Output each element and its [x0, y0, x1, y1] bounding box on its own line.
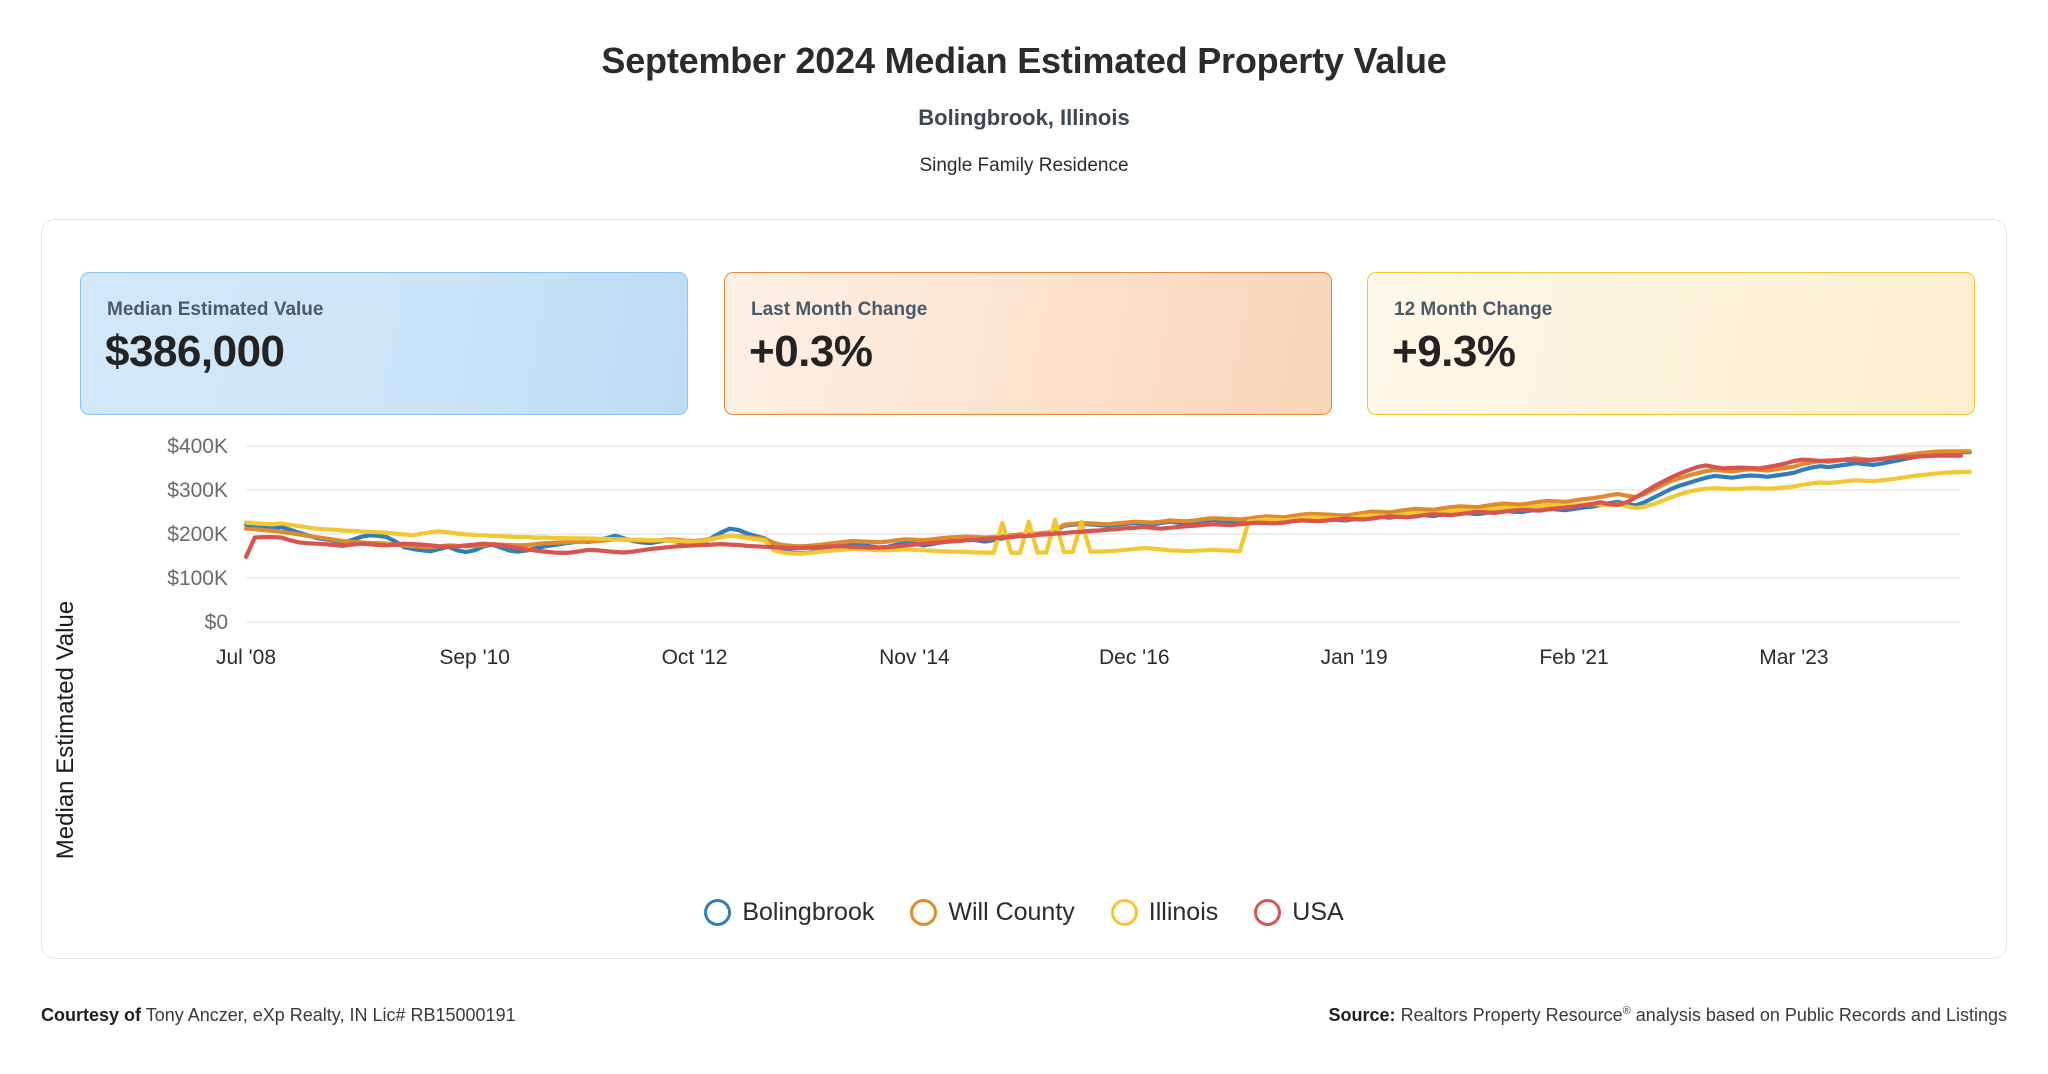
y-axis-title: Median Estimated Value — [52, 601, 79, 859]
legend-item-bolingbrook[interactable]: Bolingbrook — [704, 898, 874, 927]
property-value-report: September 2024 Median Estimated Property… — [0, 0, 2048, 1074]
kpi-value: +9.3% — [1392, 327, 1516, 376]
source-value-pre: Realtors Property Resource — [1400, 1005, 1623, 1025]
x-axis-tick-label: Jan '19 — [1321, 646, 1388, 669]
legend-item-illinois[interactable]: Illinois — [1110, 898, 1219, 927]
x-axis-tick-label: Nov '14 — [879, 646, 950, 669]
registered-trademark-icon: ® — [1622, 1005, 1631, 1017]
chart-legend: Bolingbrook Will County Illinois USA — [0, 898, 2048, 927]
x-axis-tick-label: Feb '21 — [1539, 646, 1608, 669]
kpi-label: 12 Month Change — [1394, 299, 1553, 320]
chart-y-axis-ticks: $0 $100K $200K $300K $400K — [167, 435, 228, 634]
legend-label: Bolingbrook — [742, 898, 875, 926]
chart-x-axis-ticks: Jul '08 Sep '10 Oct '12 Nov '14 Dec '16 Jan '… — [216, 646, 1829, 669]
line-chart: $0 $100K $200K $300K $400K Jul '08 Sep '10 Oct… — [41, 430, 2007, 950]
chart-svg: $0 $100K $200K $300K $400K Jul '08 Sep '10 Oct… — [52, 435, 1972, 859]
footer-courtesy: Courtesy of Tony Anczer, eXp Realty, IN … — [41, 1005, 516, 1026]
courtesy-label: Courtesy of — [41, 1005, 142, 1025]
legend-item-will-county[interactable]: Will County — [910, 898, 1075, 927]
x-axis-tick-label: Jul '08 — [216, 646, 276, 669]
legend-swatch-circle-icon — [704, 899, 732, 926]
y-axis-tick-label: $300K — [167, 479, 228, 502]
legend-label: Illinois — [1148, 898, 1219, 926]
legend-item-usa[interactable]: USA — [1254, 898, 1344, 927]
legend-swatch-circle-icon — [1254, 899, 1282, 926]
kpi-value: +0.3% — [749, 327, 873, 376]
series-line-illinois — [243, 469, 1972, 556]
legend-label: USA — [1292, 898, 1344, 926]
y-axis-tick-label: $0 — [205, 611, 228, 634]
x-axis-tick-label: Sep '10 — [439, 646, 510, 669]
kpi-card-last-month-change: Last Month Change +0.3% — [724, 272, 1332, 415]
chart-series-lines — [243, 449, 1972, 559]
y-axis-tick-label: $200K — [167, 523, 228, 546]
source-label: Source: — [1328, 1005, 1396, 1025]
kpi-label: Median Estimated Value — [107, 299, 324, 320]
legend-label: Will County — [948, 898, 1075, 926]
courtesy-value: Tony Anczer, eXp Realty, IN Lic# RB15000… — [145, 1005, 516, 1025]
source-value-post: analysis based on Public Records and Lis… — [1630, 1005, 2007, 1025]
kpi-label: Last Month Change — [751, 299, 928, 320]
page-subtitle: Bolingbrook, Illinois — [918, 105, 1130, 130]
kpi-card-12-month-change: 12 Month Change +9.3% — [1367, 272, 1975, 415]
kpi-card-median-estimated-value: Median Estimated Value $386,000 — [80, 272, 688, 415]
legend-swatch-circle-icon — [1110, 899, 1138, 926]
legend-swatch-circle-icon — [910, 899, 938, 926]
y-axis-tick-label: $100K — [167, 567, 228, 590]
footer-source: Source: Realtors Property Resource® anal… — [1329, 1005, 2007, 1026]
property-type-label: Single Family Residence — [919, 155, 1129, 176]
page-title: September 2024 Median Estimated Property… — [601, 40, 1447, 81]
x-axis-tick-label: Dec '16 — [1099, 646, 1170, 669]
y-axis-tick-label: $400K — [167, 435, 228, 458]
x-axis-tick-label: Mar '23 — [1759, 646, 1828, 669]
kpi-value: $386,000 — [105, 327, 285, 376]
x-axis-tick-label: Oct '12 — [662, 646, 728, 669]
